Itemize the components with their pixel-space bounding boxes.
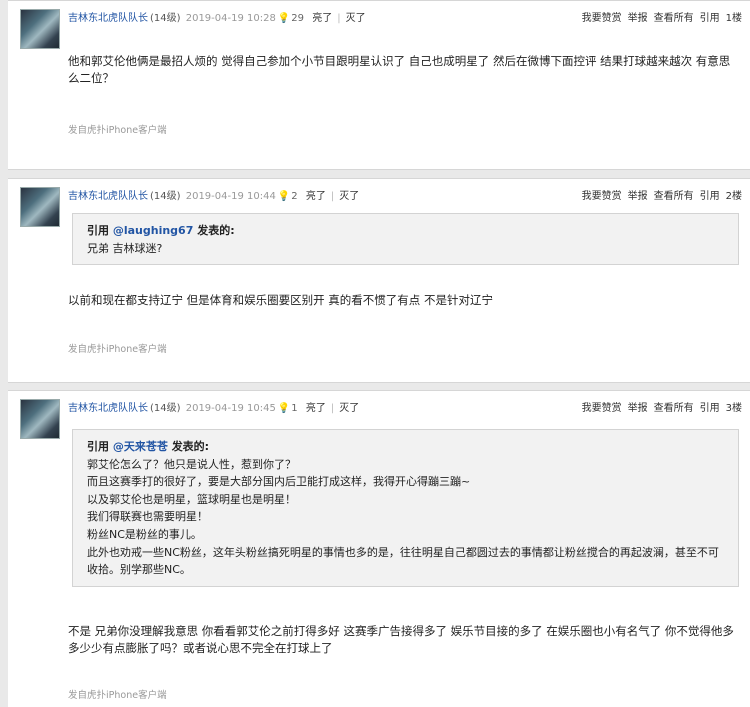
post-meta: 吉林东北虎队队长 (14级) 2019-04-19 10:44 💡2 亮了 | 灭了 我…	[68, 187, 742, 202]
post-time: 2019-04-19 10:28	[185, 13, 276, 24]
post-content: 不是 兄弟你没理解我意思 你看看郭艾伦之前打得多好 这赛季广告接得多了 娱乐节目…	[68, 624, 734, 655]
reply-post-1: 吉林东北虎队队长 (14级) 2019-04-19 10:28 💡29 亮了 | 灭了 …	[8, 0, 750, 170]
user-level: (14级)	[150, 191, 181, 202]
divider: |	[330, 191, 335, 202]
username-link[interactable]: 吉林东北虎队队长	[68, 403, 148, 414]
username-link[interactable]: 吉林东北虎队队长	[68, 13, 148, 24]
quote-user-link[interactable]: @laughing67	[113, 224, 194, 237]
quote-block: 引用 @laughing67 发表的: 兄弟 吉林球迷?	[72, 213, 739, 266]
dim-button[interactable]: 灭了	[339, 403, 359, 414]
post-actions: 我要赞赏 举报 查看所有 引用 1楼	[576, 9, 742, 24]
quote-link[interactable]: 引用	[700, 403, 720, 414]
floor-number: 3楼	[725, 403, 742, 414]
light-count: 1	[291, 403, 298, 414]
quote-line: 此外也劝戒一些NC粉丝，这年头粉丝搞死明星的事情也多的是，往往明星自己都圆过去的…	[87, 545, 719, 577]
post-actions: 我要赞赏 举报 查看所有 引用 2楼	[576, 187, 742, 202]
quote-block: 引用 @天来苍苍 发表的: 郭艾伦怎么了？他只是说人性，惹到你了？ 而且这赛季打…	[72, 429, 739, 587]
quote-line: 我们得联赛也需要明星！	[87, 510, 208, 524]
quote-link[interactable]: 引用	[700, 13, 720, 24]
light-count: 29	[291, 13, 305, 24]
post-time: 2019-04-19 10:45	[185, 403, 276, 414]
quote-link[interactable]: 引用	[700, 191, 720, 202]
view-all-link[interactable]: 查看所有	[654, 191, 694, 202]
post-time: 2019-04-19 10:44	[185, 191, 276, 202]
quote-line: 兄弟 吉林球迷?	[87, 241, 163, 255]
quote-line: 郭艾伦怎么了？他只是说人性，惹到你了？	[87, 457, 296, 471]
reward-link[interactable]: 我要赞赏	[582, 191, 622, 202]
avatar[interactable]	[20, 9, 60, 49]
light-button[interactable]: 亮了	[306, 403, 326, 414]
divider: |	[337, 13, 341, 24]
post-content: 以前和现在都支持辽宁 但是体育和娱乐圈要区别开 真的看不惯了有点 不是针对辽宁	[68, 293, 493, 307]
view-all-link[interactable]: 查看所有	[654, 13, 694, 24]
report-link[interactable]: 举报	[628, 403, 648, 414]
post-meta: 吉林东北虎队队长 (14级) 2019-04-19 10:45 💡1 亮了 | 灭了 我…	[68, 399, 742, 414]
reward-link[interactable]: 我要赞赏	[582, 403, 622, 414]
report-link[interactable]: 举报	[628, 13, 648, 24]
floor-number: 2楼	[725, 191, 742, 202]
reply-post-3: 吉林东北虎队队长 (14级) 2019-04-19 10:45 💡1 亮了 | 灭了 我…	[8, 390, 750, 707]
reward-link[interactable]: 我要赞赏	[582, 13, 622, 24]
light-button[interactable]: 亮了	[312, 13, 332, 24]
floor-number: 1楼	[725, 13, 742, 24]
post-source[interactable]: 发自虎扑iPhone客户端	[68, 341, 167, 355]
dim-button[interactable]: 灭了	[339, 191, 359, 202]
quote-line: 粉丝NC是粉丝的事儿。	[87, 527, 202, 541]
post-content: 他和郭艾伦他俩是最招人烦的 觉得自己参加个小节目跟明星认识了 自己也成明星了 然…	[68, 54, 731, 85]
lightbulb-icon: 💡	[277, 191, 291, 202]
avatar[interactable]	[20, 399, 60, 439]
quote-label: 引用	[87, 440, 109, 453]
user-level: (14级)	[150, 13, 181, 24]
user-level: (14级)	[150, 403, 181, 414]
post-source[interactable]: 发自虎扑iPhone客户端	[68, 122, 167, 136]
light-count: 2	[291, 191, 298, 202]
username-link[interactable]: 吉林东北虎队队长	[68, 191, 148, 202]
post-source[interactable]: 发自虎扑iPhone客户端	[68, 687, 167, 701]
quote-line: 以及郭艾伦也是明星，篮球明星也是明星！	[87, 492, 296, 506]
quote-user-link[interactable]: @天来苍苍	[113, 440, 168, 453]
lightbulb-icon: 💡	[277, 403, 291, 414]
reply-post-2: 吉林东北虎队队长 (14级) 2019-04-19 10:44 💡2 亮了 | 灭了 我…	[8, 178, 750, 383]
quote-posted-label: 发表的:	[171, 440, 210, 453]
light-button[interactable]: 亮了	[306, 191, 326, 202]
view-all-link[interactable]: 查看所有	[654, 403, 694, 414]
quote-label: 引用	[87, 224, 109, 237]
post-meta: 吉林东北虎队队长 (14级) 2019-04-19 10:28 💡29 亮了 | 灭了 …	[68, 9, 742, 24]
divider: |	[330, 403, 335, 414]
report-link[interactable]: 举报	[628, 191, 648, 202]
quote-header: 引用 @laughing67 发表的:	[87, 222, 724, 240]
lightbulb-icon: 💡	[277, 13, 291, 24]
quote-posted-label: 发表的:	[197, 224, 235, 237]
avatar[interactable]	[20, 187, 60, 227]
quote-header: 引用 @天来苍苍 发表的:	[87, 438, 724, 456]
post-actions: 我要赞赏 举报 查看所有 引用 3楼	[576, 399, 742, 414]
quote-line: 而且这赛季打的很好了，要是大部分国内后卫能打成这样，我得开心得蹦三蹦~	[87, 475, 471, 489]
dim-button[interactable]: 灭了	[346, 13, 366, 24]
